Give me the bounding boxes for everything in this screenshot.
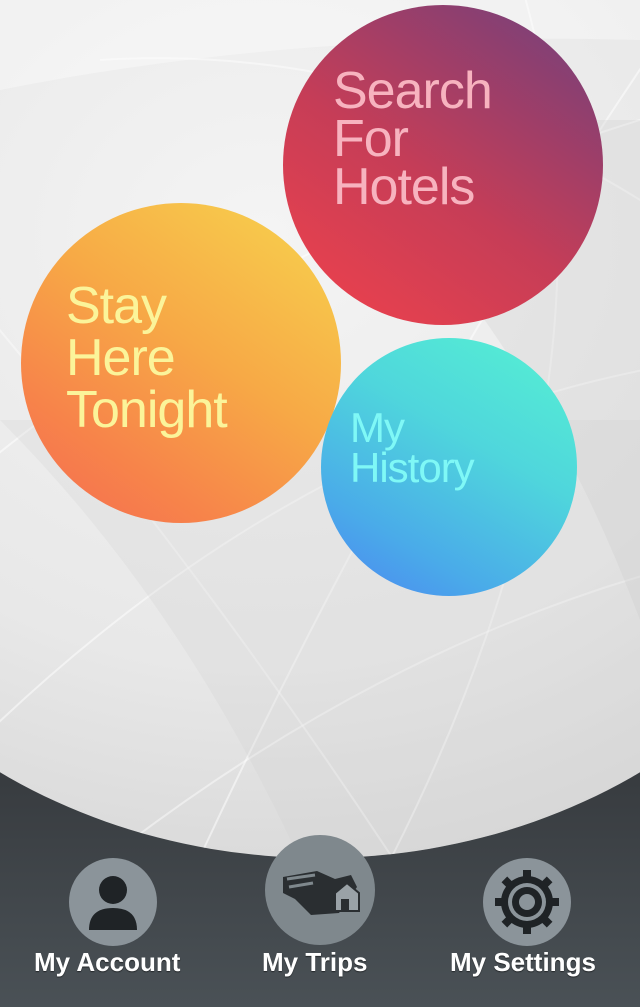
my-history-button[interactable]: My History (321, 338, 577, 596)
person-icon (69, 858, 157, 946)
tab-my-trips-label: My Trips (262, 947, 368, 977)
stay-here-tonight-button[interactable]: Stay Here Tonight (21, 203, 341, 523)
gear-icon (483, 858, 571, 946)
search-hotels-button[interactable]: Search For Hotels (283, 5, 603, 325)
tab-my-settings-label: My Settings (450, 947, 596, 977)
my-history-label: My History (350, 404, 475, 491)
app-screen: Search For Hotels Stay Here Tonight My H… (0, 0, 640, 1007)
tab-my-trips[interactable]: My Trips (255, 835, 385, 985)
tab-my-account[interactable]: My Account (30, 855, 200, 985)
stay-here-tonight-label: Stay Here Tonight (66, 277, 228, 439)
search-hotels-label: Search For Hotels (333, 62, 493, 216)
hand-house-icon (265, 835, 375, 945)
tab-my-account-label: My Account (34, 947, 181, 977)
tab-my-settings[interactable]: My Settings (445, 855, 615, 985)
